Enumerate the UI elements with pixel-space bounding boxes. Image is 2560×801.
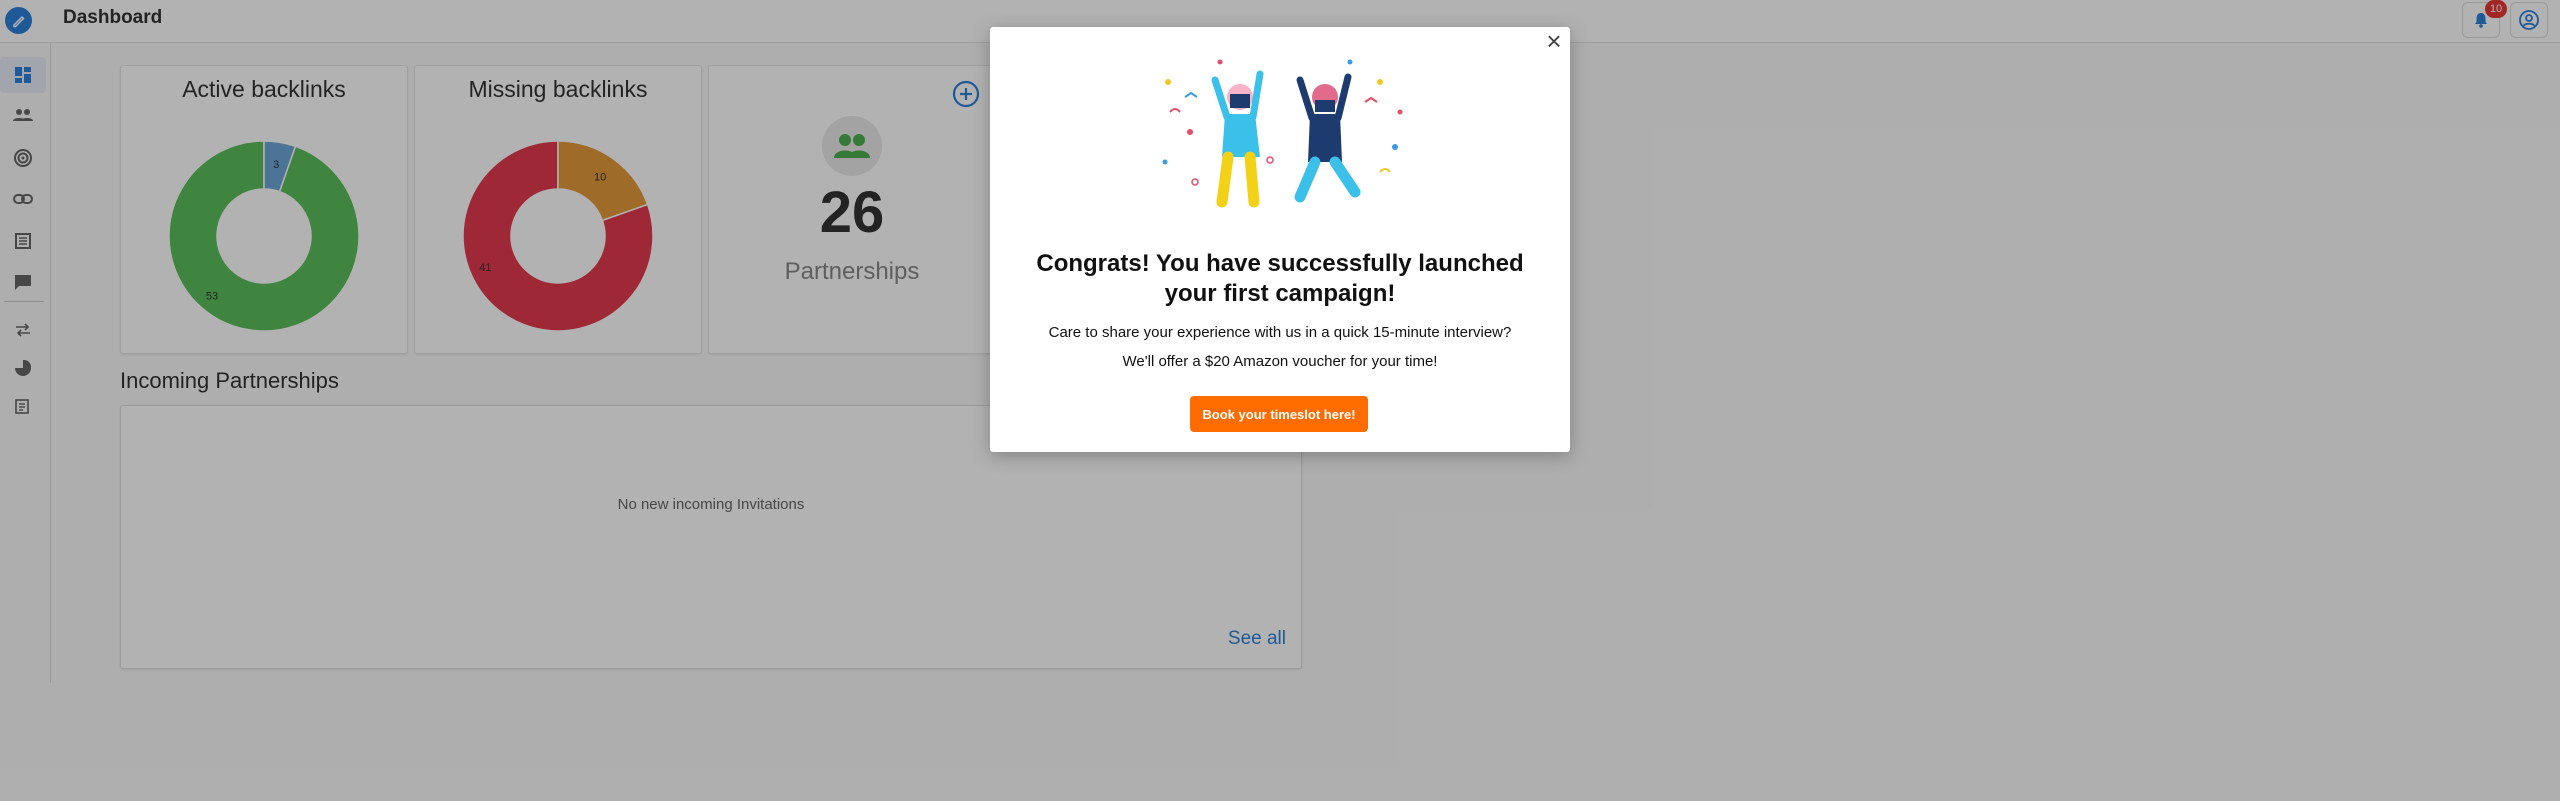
modal-text-interview: Care to share your experience with us in… [1048,324,1512,341]
modal-title: Congrats! You have successfully launched… [1036,250,1524,307]
close-icon[interactable]: × [1543,28,1565,54]
book-timeslot-button[interactable]: Book your timeslot here! [1190,396,1368,432]
modal-text-voucher: We'll offer a $20 Amazon voucher for you… [1122,353,1438,370]
celebration-illustration [1162,59,1403,208]
congrats-modal: × Congrats! You have successfully launch… [990,27,1570,452]
